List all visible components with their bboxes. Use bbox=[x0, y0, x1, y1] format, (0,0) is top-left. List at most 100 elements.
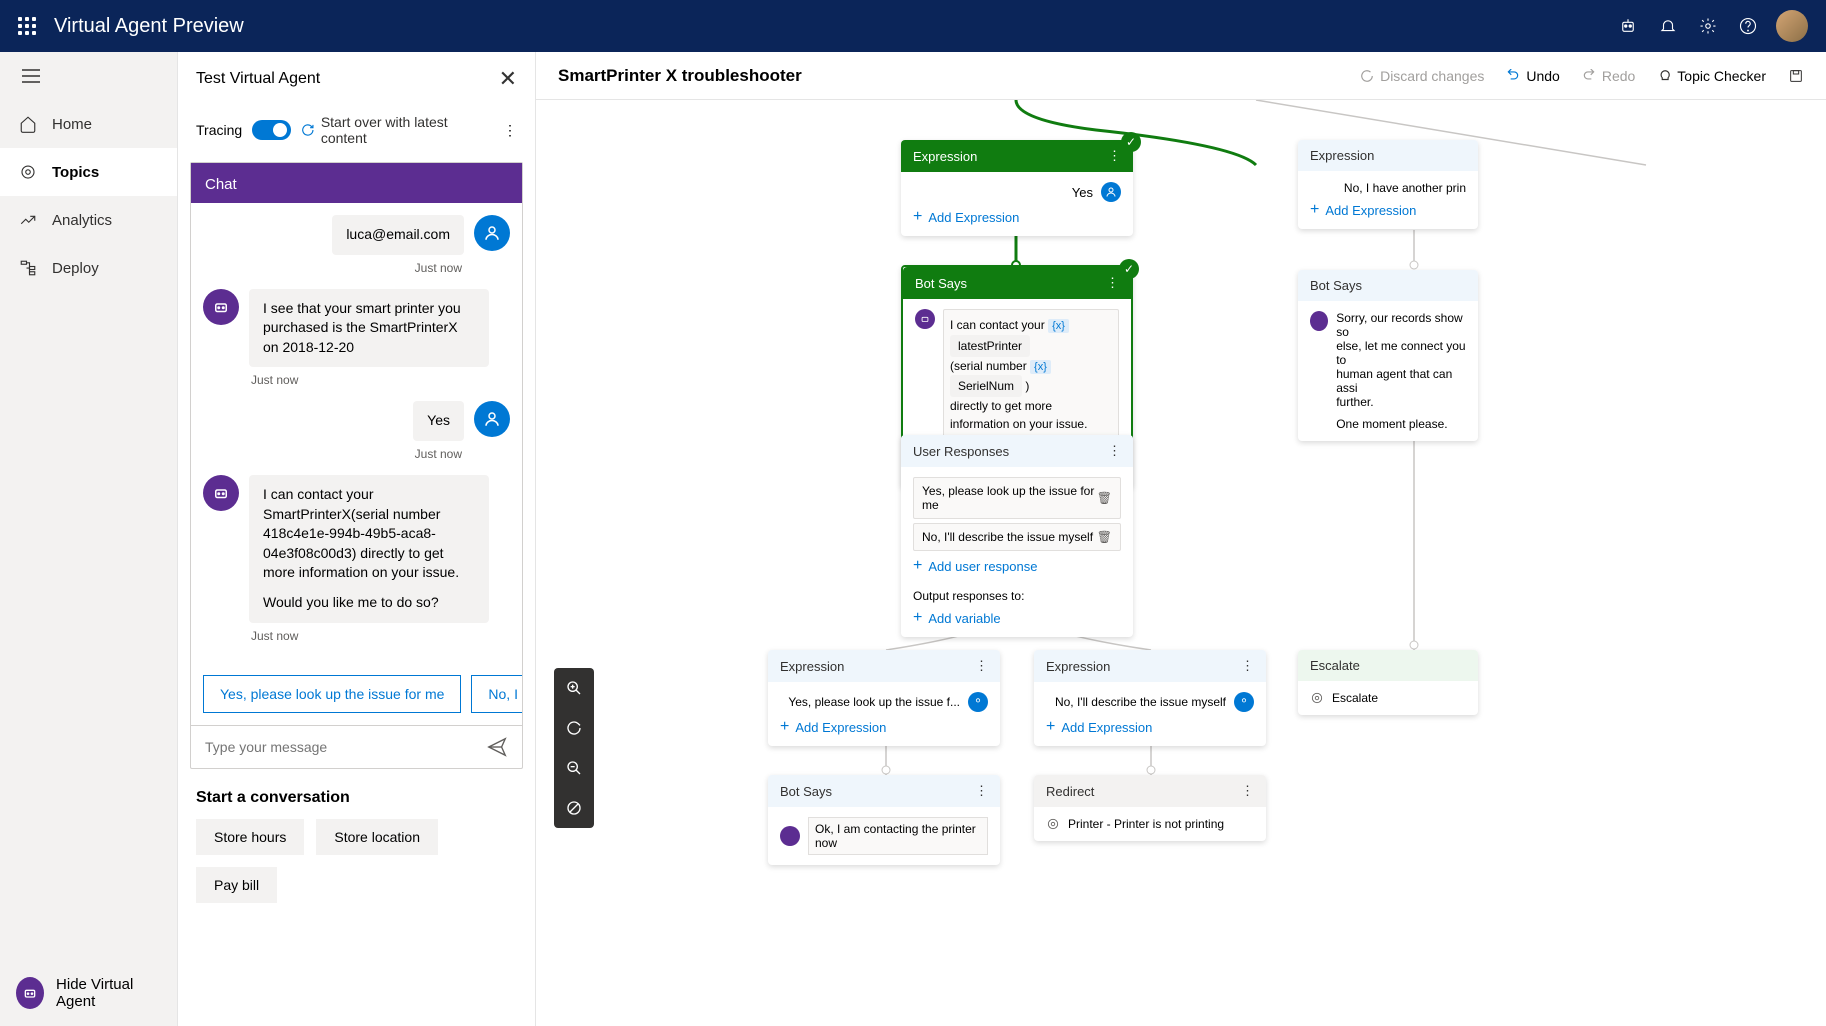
delete-icon[interactable]: 🗑 bbox=[1097, 491, 1112, 505]
bot-says-node[interactable]: Bot Says⋮ Ok, I am contacting the printe… bbox=[768, 775, 1000, 865]
discard-icon bbox=[1360, 69, 1374, 83]
user-icon bbox=[1101, 182, 1121, 202]
tracing-toggle[interactable] bbox=[252, 120, 291, 140]
chat-header: Chat bbox=[191, 163, 522, 203]
deploy-icon bbox=[18, 258, 38, 278]
add-expression-button[interactable]: +Add Expression bbox=[780, 718, 988, 736]
add-expression-button[interactable]: +Add Expression bbox=[1046, 718, 1254, 736]
app-header: Virtual Agent Preview bbox=[0, 0, 1826, 52]
expression-value: No, I'll describe the issue myself bbox=[1055, 695, 1226, 709]
escalate-node[interactable]: Escalate Escalate bbox=[1298, 650, 1478, 715]
nav-label: Topics bbox=[52, 164, 99, 181]
bot-icon bbox=[780, 826, 800, 846]
redirect-node[interactable]: Redirect⋮ Printer - Printer is not print… bbox=[1034, 775, 1266, 841]
start-conversation-heading: Start a conversation bbox=[196, 789, 517, 807]
app-title: Virtual Agent Preview bbox=[54, 15, 244, 38]
topic-checker-button[interactable]: Topic Checker bbox=[1657, 68, 1766, 84]
variable-tag[interactable]: {x} bbox=[1048, 319, 1069, 333]
flow-canvas[interactable]: ✓ Expression⋮ Yes +Add Expression Expres… bbox=[536, 100, 1826, 1026]
canvas-area: SmartPrinter X troubleshooter Discard ch… bbox=[536, 52, 1826, 1026]
bot-says-node[interactable]: Bot Says Sorry, our records show so else… bbox=[1298, 270, 1478, 441]
check-icon: ✓ bbox=[1119, 259, 1139, 279]
message-input[interactable] bbox=[205, 739, 486, 755]
settings-icon[interactable] bbox=[1688, 6, 1728, 46]
expression-node[interactable]: ✓ Expression⋮ Yes +Add Expression bbox=[901, 140, 1133, 236]
node-menu-icon[interactable]: ⋮ bbox=[975, 783, 988, 799]
user-icon bbox=[1234, 692, 1254, 712]
conv-starter-button[interactable]: Store hours bbox=[196, 819, 304, 855]
node-menu-icon[interactable]: ⋮ bbox=[1108, 148, 1121, 164]
nav-label: Home bbox=[52, 116, 92, 133]
response-item[interactable]: No, I'll describe the issue myself🗑 bbox=[913, 523, 1121, 551]
delete-icon[interactable]: 🗑 bbox=[1097, 530, 1112, 544]
response-item[interactable]: Yes, please look up the issue for me🗑 bbox=[913, 477, 1121, 519]
topic-checker-icon bbox=[1657, 69, 1671, 83]
test-panel: Test Virtual Agent ✕ Tracing Start over … bbox=[178, 52, 536, 1026]
save-icon[interactable] bbox=[1788, 68, 1804, 84]
check-icon: ✓ bbox=[1121, 132, 1141, 152]
fit-view-button[interactable] bbox=[554, 788, 594, 828]
expression-value: No, I have another prin bbox=[1344, 181, 1466, 195]
node-menu-icon[interactable]: ⋮ bbox=[1241, 658, 1254, 674]
conv-starter-button[interactable]: Store location bbox=[316, 819, 438, 855]
analytics-icon bbox=[18, 210, 38, 230]
nav-deploy[interactable]: Deploy bbox=[0, 244, 177, 292]
node-menu-icon[interactable]: ⋮ bbox=[1106, 275, 1119, 291]
reset-view-button[interactable] bbox=[554, 708, 594, 748]
variable-tag[interactable]: {x} bbox=[1030, 360, 1051, 374]
suggestion-button[interactable]: Yes, please look up the issue for me bbox=[203, 675, 461, 713]
suggestion-button[interactable]: No, I bbox=[471, 675, 522, 713]
add-expression-button[interactable]: +Add Expression bbox=[913, 208, 1121, 226]
bot-icon[interactable] bbox=[1608, 6, 1648, 46]
bot-icon bbox=[915, 309, 935, 329]
nav-topics[interactable]: Topics bbox=[0, 148, 177, 196]
chat-box: Chat luca@email.com Just now I see that … bbox=[190, 162, 523, 769]
bot-avatar-icon bbox=[203, 475, 239, 511]
bot-message: I see that your smart printer you purcha… bbox=[249, 289, 489, 368]
nav-label: Analytics bbox=[52, 212, 112, 229]
add-variable-button[interactable]: +Add variable bbox=[913, 609, 1121, 627]
node-menu-icon[interactable]: ⋮ bbox=[1108, 443, 1121, 459]
user-avatar[interactable] bbox=[1776, 10, 1808, 42]
add-response-button[interactable]: +Add user response bbox=[913, 557, 1121, 575]
nav-home[interactable]: Home bbox=[0, 100, 177, 148]
undo-button[interactable]: Undo bbox=[1506, 68, 1559, 84]
user-avatar-icon bbox=[474, 401, 510, 437]
expression-node[interactable]: Expression No, I have another prin +Add … bbox=[1298, 140, 1478, 229]
hide-agent-button[interactable]: Hide Virtual Agent bbox=[0, 960, 177, 1026]
expression-value: Yes, please look up the issue f... bbox=[788, 695, 960, 709]
bot-icon bbox=[1310, 311, 1328, 331]
timestamp: Just now bbox=[203, 447, 462, 461]
node-menu-icon[interactable]: ⋮ bbox=[1241, 783, 1254, 799]
help-icon[interactable] bbox=[1728, 6, 1768, 46]
refresh-icon bbox=[301, 123, 315, 137]
redo-icon bbox=[1582, 69, 1596, 83]
send-icon[interactable] bbox=[486, 736, 508, 758]
node-menu-icon[interactable]: ⋮ bbox=[975, 658, 988, 674]
redo-button[interactable]: Redo bbox=[1582, 68, 1635, 84]
waffle-icon[interactable] bbox=[18, 17, 36, 35]
hide-agent-label: Hide Virtual Agent bbox=[56, 976, 161, 1010]
more-icon[interactable]: ⋮ bbox=[503, 122, 517, 139]
zoom-out-button[interactable] bbox=[554, 748, 594, 788]
expression-node[interactable]: Expression⋮ Yes, please look up the issu… bbox=[768, 650, 1000, 746]
start-over-button[interactable]: Start over with latest content bbox=[301, 114, 493, 146]
hamburger-icon[interactable] bbox=[0, 52, 177, 100]
zoom-controls bbox=[554, 668, 594, 828]
topic-title: SmartPrinter X troubleshooter bbox=[558, 66, 802, 86]
close-icon[interactable]: ✕ bbox=[499, 66, 517, 92]
user-avatar-icon bbox=[474, 215, 510, 251]
nav-analytics[interactable]: Analytics bbox=[0, 196, 177, 244]
bot-avatar-icon bbox=[16, 977, 44, 1009]
escalate-icon bbox=[1310, 691, 1324, 705]
bot-message: I can contact your SmartPrinterX(serial … bbox=[249, 475, 489, 623]
notifications-icon[interactable] bbox=[1648, 6, 1688, 46]
sidebar: Home Topics Analytics Deploy Hide Virtua… bbox=[0, 52, 178, 1026]
discard-button[interactable]: Discard changes bbox=[1360, 68, 1484, 84]
nav-label: Deploy bbox=[52, 260, 99, 277]
user-responses-node[interactable]: User Responses⋮ Yes, please look up the … bbox=[901, 435, 1133, 637]
expression-node[interactable]: Expression⋮ No, I'll describe the issue … bbox=[1034, 650, 1266, 746]
zoom-in-button[interactable] bbox=[554, 668, 594, 708]
add-expression-button[interactable]: +Add Expression bbox=[1310, 201, 1466, 219]
conv-starter-button[interactable]: Pay bill bbox=[196, 867, 277, 903]
